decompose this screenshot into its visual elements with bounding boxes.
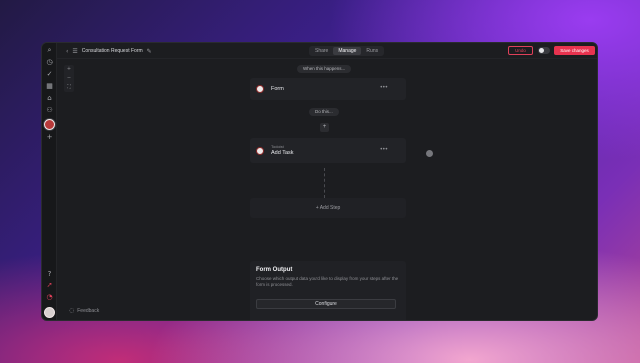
search-icon[interactable]: ⌕ xyxy=(45,46,54,55)
form-output-panel: Form Output Choose which output data you… xyxy=(250,261,406,320)
todoist-logo xyxy=(256,147,264,155)
sidebar: ⌕ ◷ ✓ ▦ ⌂ ⚇ + ? ➚ ◔ xyxy=(42,43,57,320)
settings-icon[interactable]: ☰ xyxy=(72,48,77,55)
zoom-controls: + − ⛶ xyxy=(64,65,74,92)
app-window: ⌕ ◷ ✓ ▦ ⌂ ⚇ + ? ➚ ◔ ‹ ☰ Consultation Req… xyxy=(41,42,598,321)
task-card[interactable]: Todoist Add Task ••• xyxy=(250,138,406,163)
tab-runs[interactable]: Runs xyxy=(361,47,383,55)
output-description: Choose which output data you'd like to d… xyxy=(256,276,399,287)
bell-icon[interactable]: ◔ xyxy=(45,293,54,302)
tab-manage[interactable]: Manage xyxy=(333,47,362,55)
feedback-icon: ◌ xyxy=(69,307,75,314)
card-title: Add Task xyxy=(271,150,294,156)
view-tabs: Share Manage Runs xyxy=(309,46,385,56)
undo-button[interactable]: Undo xyxy=(508,46,533,55)
top-bar: ‹ ☰ Consultation Request Form ✎ Share Ma… xyxy=(57,43,597,59)
app-logo xyxy=(256,85,264,93)
chevron-left-icon[interactable]: ‹ xyxy=(66,48,68,55)
user-avatar[interactable] xyxy=(44,307,55,318)
save-button[interactable]: Save changes xyxy=(554,46,595,55)
workspace-avatar[interactable] xyxy=(44,119,55,130)
cursor-dot xyxy=(426,150,433,157)
calendar-icon[interactable]: ▦ xyxy=(45,82,54,91)
zoom-out-button[interactable]: − xyxy=(64,74,74,83)
more-icon[interactable]: ••• xyxy=(380,85,388,91)
fit-view-button[interactable]: ⛶ xyxy=(64,83,74,92)
form-card[interactable]: Form ••• xyxy=(250,78,406,100)
tab-share[interactable]: Share xyxy=(310,47,333,55)
feedback-label: Feedback xyxy=(77,307,100,314)
check-circle-icon[interactable]: ✓ xyxy=(45,70,54,79)
add-step-button[interactable]: + Add Step xyxy=(250,198,406,218)
clock-icon[interactable]: ◷ xyxy=(45,58,54,67)
more-icon[interactable]: ••• xyxy=(380,147,388,153)
enable-toggle[interactable] xyxy=(538,47,550,54)
feedback-link[interactable]: ◌ Feedback xyxy=(69,307,99,314)
users-icon[interactable]: ⚇ xyxy=(45,106,54,115)
zoom-in-button[interactable]: + xyxy=(64,65,74,74)
page-title: Consultation Request Form xyxy=(81,48,143,54)
action-pill: Do this... xyxy=(309,108,339,116)
rocket-icon[interactable]: ➚ xyxy=(45,281,54,290)
edit-icon[interactable]: ✎ xyxy=(147,48,152,55)
toggle-knob xyxy=(539,48,544,53)
configure-button[interactable]: Configure xyxy=(256,299,396,309)
card-app-name: Todoist xyxy=(271,144,284,149)
plus-icon[interactable]: + xyxy=(45,133,54,142)
trigger-pill: When this happens... xyxy=(297,65,352,73)
output-title: Form Output xyxy=(256,267,293,273)
help-icon[interactable]: ? xyxy=(45,270,54,279)
home-icon[interactable]: ⌂ xyxy=(45,94,54,103)
card-title: Form xyxy=(271,86,284,92)
add-between-button[interactable]: + xyxy=(320,123,329,132)
connector-line xyxy=(324,168,325,198)
breadcrumb: ‹ ☰ Consultation Request Form ✎ xyxy=(66,46,152,56)
